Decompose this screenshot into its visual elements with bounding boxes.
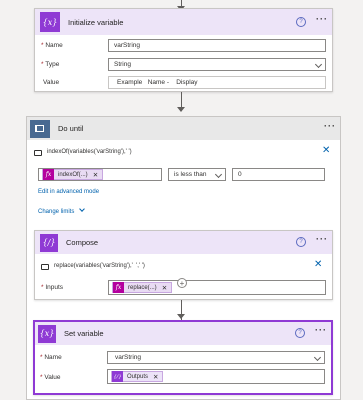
compose-header[interactable]: {/} Compose ? ···: [35, 231, 332, 254]
do-until-header[interactable]: Do until ···: [27, 117, 340, 140]
name-label: * Name: [40, 354, 62, 361]
chevron-down-icon: [313, 353, 322, 362]
connector-arrow: [177, 314, 185, 319]
compose-icon: {/}: [112, 371, 123, 382]
more-options-icon[interactable]: ···: [324, 121, 336, 131]
value-label: Value: [43, 79, 60, 86]
close-icon[interactable]: ✕: [314, 259, 322, 270]
card-title: Compose: [66, 238, 99, 247]
close-icon[interactable]: ✕: [322, 145, 330, 156]
set-variable-card[interactable]: {x} Set variable ? ··· * Name varString …: [33, 320, 333, 395]
variable-icon: {x}: [38, 324, 56, 343]
card-title: Initialize variable: [68, 17, 124, 27]
condition-summary: indexOf(variables('varString'),' '): [47, 149, 132, 155]
compose-icon: {/}: [40, 233, 58, 252]
help-icon[interactable]: ?: [295, 328, 305, 338]
chevron-down-icon: [79, 206, 85, 212]
compare-value-field[interactable]: 0: [232, 168, 325, 181]
card-title: Set variable: [64, 329, 104, 338]
initialize-variable-header[interactable]: {x} Initialize variable ? ···: [35, 9, 332, 35]
type-label: * Type: [41, 61, 60, 68]
more-options-icon[interactable]: ···: [316, 14, 328, 24]
loop-icon: [30, 119, 50, 138]
more-options-icon[interactable]: ···: [316, 234, 328, 244]
value-field[interactable]: {/} Outputs ✕: [107, 369, 325, 384]
indexof-token[interactable]: fx indexOf(...) ✕: [42, 169, 104, 180]
replace-token[interactable]: fx replace(...) ✕: [112, 282, 173, 293]
set-variable-header[interactable]: {x} Set variable ? ···: [35, 322, 331, 345]
remove-token-icon[interactable]: ✕: [153, 373, 158, 381]
name-dropdown[interactable]: varString: [107, 351, 325, 364]
connector-arrow: [177, 107, 185, 112]
help-icon[interactable]: ?: [296, 237, 306, 247]
outputs-token[interactable]: {/} Outputs ✕: [111, 371, 164, 382]
change-limits-link[interactable]: Change limits: [38, 206, 85, 215]
remove-token-icon[interactable]: ✕: [93, 171, 98, 179]
add-step-icon[interactable]: +: [177, 278, 187, 288]
value-field[interactable]: Example Name - Display: [108, 76, 326, 89]
expression-icon: fx: [43, 169, 54, 180]
name-field[interactable]: varString: [108, 39, 326, 52]
remove-token-icon[interactable]: ✕: [162, 284, 167, 292]
comment-icon: [34, 150, 42, 156]
comment-icon: [41, 264, 49, 270]
value-label: * Value: [40, 374, 61, 381]
compose-card[interactable]: {/} Compose ? ··· replace(variables('var…: [34, 230, 333, 300]
variable-icon: {x}: [40, 12, 60, 32]
card-title: Do until: [58, 124, 84, 133]
edit-advanced-mode-link[interactable]: Edit in advanced mode: [38, 189, 99, 195]
condition-left-operand[interactable]: fx indexOf(...) ✕: [38, 168, 162, 181]
operator-dropdown[interactable]: is less than: [168, 168, 226, 181]
chevron-down-icon: [314, 60, 323, 69]
inputs-field[interactable]: fx replace(...) ✕: [108, 280, 326, 295]
initialize-variable-card[interactable]: {x} Initialize variable ? ··· * Name var…: [34, 8, 333, 92]
name-label: * Name: [41, 42, 63, 49]
help-icon[interactable]: ?: [296, 17, 306, 27]
type-dropdown[interactable]: String: [108, 58, 326, 71]
inputs-label: * Inputs: [41, 284, 64, 291]
chevron-down-icon: [214, 170, 223, 179]
expression-icon: fx: [113, 282, 124, 293]
more-options-icon[interactable]: ···: [315, 325, 327, 335]
expression-summary: replace(variables('varString'),' ',' '): [54, 263, 145, 269]
